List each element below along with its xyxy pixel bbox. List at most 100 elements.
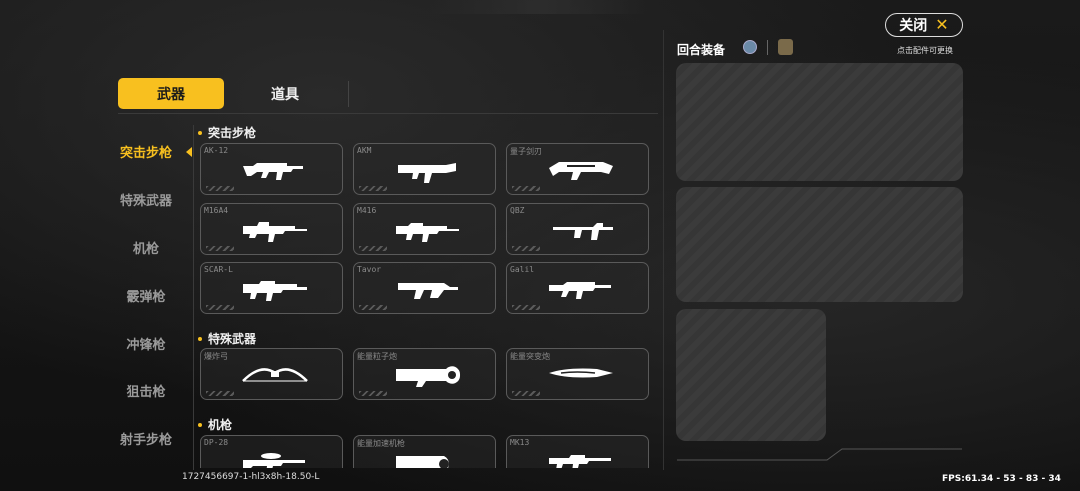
weapon-card-dp28[interactable]: DP-28 [200,435,343,468]
category-label: 霰弹枪 [126,289,166,305]
card-stripe [359,305,387,310]
rifle-icon [549,282,611,299]
rifle-icon [396,223,459,242]
card-stripe [206,391,234,396]
side-divider [193,125,194,470]
weapon-grid: 突击步枪 AK-12 AKM 量子剑刃 M16A4 M416 QBZ SCAR-… [198,120,658,468]
category-machine-gun[interactable]: 机枪 [100,224,192,272]
category-list: 突击步枪 特殊武器 机枪 霰弹枪 冲锋枪 狙击枪 射手步枪 [100,128,192,463]
weapon-card-explosive-bow[interactable]: 爆炸弓 [200,348,343,400]
equipment-slot-primary[interactable] [676,63,963,181]
selected-arrow-icon [186,146,192,157]
tab-bar: 武器 道具 [118,77,349,110]
weapon-name: 量子剑刃 [510,147,542,156]
vest-icon[interactable] [778,39,793,55]
rifle-icon [243,163,303,180]
top-bar-blur [430,0,650,14]
rifle-icon [243,222,307,242]
category-shotgun[interactable]: 霰弹枪 [100,271,192,319]
weapon-name: M16A4 [204,206,229,215]
card-stripe [206,186,234,191]
category-smg[interactable]: 冲锋枪 [100,319,192,367]
build-id: 1727456697-1-hl3x8h-18.50-L [182,472,320,482]
category-dmr[interactable]: 射手步枪 [100,415,192,463]
card-stripe [512,391,540,396]
swap-hint: 点击配件可更换 [897,46,953,55]
section-dot-icon [198,422,202,427]
weapon-name: SCAR-L [204,265,233,274]
fps-counter: FPS:61.34 - 53 - 83 - 34 [942,474,1061,484]
equipment-slot-tertiary[interactable] [676,309,826,441]
weapon-name: 爆炸弓 [204,352,228,361]
machine-gun-icon [396,456,449,468]
card-stripe [512,186,540,191]
tab-weapons[interactable]: 武器 [118,78,224,109]
tab-divider [348,80,349,107]
category-label: 机枪 [132,241,159,257]
section-header-machine-gun: 机枪 [198,416,232,433]
weapon-name: 能量粒子炮 [357,352,397,361]
weapon-card-galil[interactable]: Galil [506,262,649,314]
close-button[interactable]: 关闭 ✕ [885,13,963,37]
bullpup-rifle-icon [398,283,458,299]
card-stripe [512,246,540,251]
weapon-name: QBZ [510,206,525,215]
section-title: 机枪 [208,418,233,432]
blade-gun-icon [549,368,613,378]
machine-gun-icon [243,453,305,468]
machine-gun-icon [549,455,611,468]
weapon-card-mk13[interactable]: MK13 [506,435,649,468]
weapon-card-m16a4[interactable]: M16A4 [200,203,343,255]
card-stripe [206,246,234,251]
category-label: 突击步枪 [119,146,172,162]
card-stripe [206,305,234,310]
equipment-slot-secondary[interactable] [676,187,963,302]
section-dot-icon [198,336,202,341]
section-dot-icon [198,130,202,135]
rifle-icon [243,281,307,301]
close-label: 关闭 [899,18,928,34]
section-header-assault-rifle: 突击步枪 [198,124,256,141]
icon-separator [767,40,768,55]
weapon-card-quantum-blade[interactable]: 量子剑刃 [506,143,649,195]
card-stripe [359,391,387,396]
bow-icon [242,368,308,382]
section-header-special-weapon: 特殊武器 [198,330,256,347]
card-stripe [512,305,540,310]
weapon-name: MK13 [510,438,530,447]
tab-items[interactable]: 道具 [232,78,338,109]
weapon-name: M416 [357,206,377,215]
category-label: 冲锋枪 [126,337,166,353]
rifle-icon [553,223,613,240]
weapon-card-energy-mutation-cannon[interactable]: 能量突变炮 [506,348,649,400]
category-label: 特殊武器 [119,194,172,210]
weapon-name: AK-12 [204,146,229,155]
weapon-name: 能量突变炮 [510,352,550,361]
weapon-name: AKM [357,146,372,155]
round-equipment-title: 回合装备 [677,43,726,57]
weapon-card-m416[interactable]: M416 [353,203,496,255]
panel-divider [663,30,664,470]
category-label: 狙击枪 [126,385,166,401]
weapon-card-scarl[interactable]: SCAR-L [200,262,343,314]
category-sniper[interactable]: 狙击枪 [100,367,192,415]
helmet-icon[interactable] [743,40,757,54]
weapon-name: Tavor [357,265,382,274]
category-assault-rifle[interactable]: 突击步枪 [100,128,192,176]
section-title: 特殊武器 [208,332,257,346]
weapon-card-qbz[interactable]: QBZ [506,203,649,255]
category-label: 射手步枪 [119,433,172,449]
category-special-weapon[interactable]: 特殊武器 [100,176,192,224]
weapon-name: DP-28 [204,438,229,447]
close-icon: ✕ [935,15,949,34]
weapon-card-energy-accel-mg[interactable]: 能量加速机枪 [353,435,496,468]
weapon-card-tavor[interactable]: Tavor [353,262,496,314]
rifle-icon [398,163,456,183]
card-stripe [359,186,387,191]
weapon-card-akm[interactable]: AKM [353,143,496,195]
weapon-card-ak12[interactable]: AK-12 [200,143,343,195]
tab-underline [118,113,658,114]
section-title: 突击步枪 [208,126,257,140]
panel-bottom-decoration [677,448,962,461]
weapon-card-energy-cannon[interactable]: 能量粒子炮 [353,348,496,400]
